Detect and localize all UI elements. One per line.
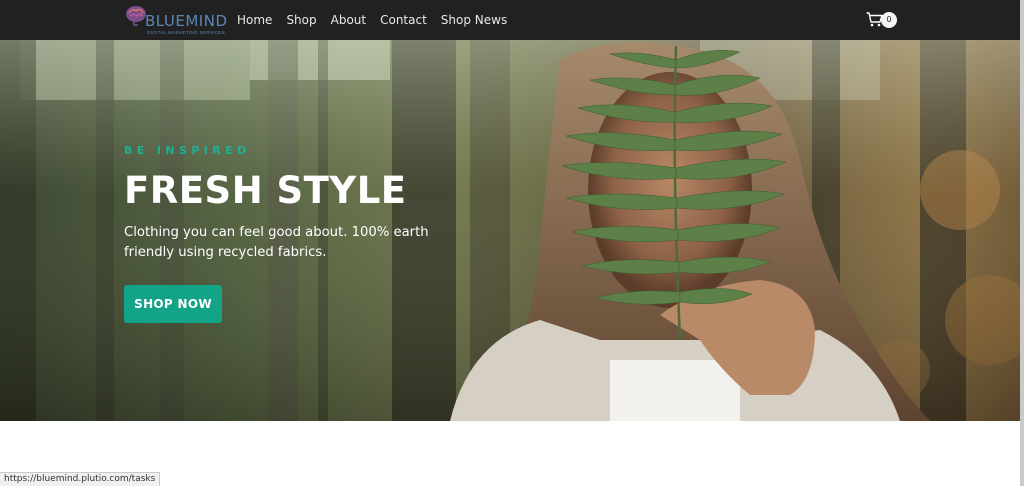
- hero-content: BE INSPIRED FRESH STYLE Clothing you can…: [124, 144, 484, 323]
- top-navbar: BLUEMIND DIGITAL MARKETING SERVICES Home…: [0, 0, 1024, 40]
- browser-status-bar: https://bluemind.plutio.com/tasks: [0, 472, 161, 486]
- hero-subtitle: Clothing you can feel good about. 100% e…: [124, 225, 429, 260]
- cart-count-badge: 0: [881, 12, 897, 28]
- nav-shop-news[interactable]: Shop News: [441, 13, 507, 27]
- nav-home[interactable]: Home: [237, 13, 272, 27]
- nav-shop[interactable]: Shop: [286, 13, 316, 27]
- brand-name: BLUEMIND: [145, 12, 228, 30]
- cart-button[interactable]: 0: [866, 11, 900, 29]
- brand-logo[interactable]: BLUEMIND DIGITAL MARKETING SERVICES: [125, 3, 228, 37]
- main-nav: Home Shop About Contact Shop News: [237, 0, 521, 40]
- hero-title: FRESH STYLE: [124, 169, 407, 212]
- brand-tagline: DIGITAL MARKETING SERVICES: [147, 30, 226, 35]
- shop-now-button[interactable]: SHOP NOW: [124, 285, 222, 323]
- hero-eyebrow: BE INSPIRED: [124, 144, 251, 157]
- page-scrollbar[interactable]: [1020, 0, 1024, 486]
- hero-banner: BE INSPIRED FRESH STYLE Clothing you can…: [0, 40, 1020, 421]
- nav-about[interactable]: About: [331, 13, 366, 27]
- scrollbar-thumb[interactable]: [1020, 0, 1024, 486]
- nav-contact[interactable]: Contact: [380, 13, 427, 27]
- brain-logo-icon: [126, 6, 146, 26]
